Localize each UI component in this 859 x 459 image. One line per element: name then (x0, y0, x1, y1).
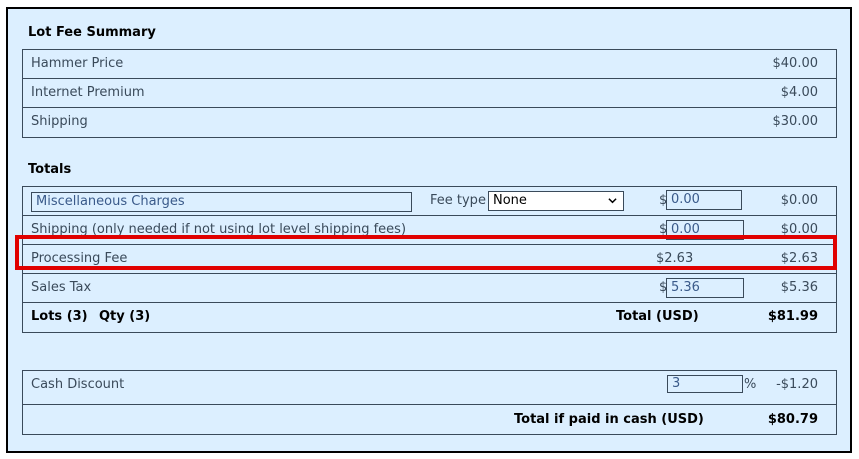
processing-fee-row: Processing Fee $2.63 $2.63 (23, 245, 836, 274)
totals-title: Totals (28, 162, 72, 177)
totals-summary-row: Lots (3) Qty (3) Total (USD) $81.99 (23, 303, 836, 332)
sales-tax-row: Sales Tax $ 5.36 $5.36 (23, 274, 836, 303)
row-amount: $5.36 (780, 280, 818, 295)
row-label: Shipping (only needed if not using lot l… (31, 222, 407, 237)
row-amount: $30.00 (772, 114, 819, 129)
cash-discount-input[interactable]: 3 (667, 375, 743, 393)
row-amount: $0.00 (780, 193, 818, 208)
row-amount: $4.00 (780, 85, 818, 100)
sales-tax-input[interactable]: 5.36 (666, 278, 744, 298)
cash-total-row: Total if paid in cash (USD) $80.79 (23, 405, 836, 434)
percent-symbol: % (744, 377, 757, 392)
misc-charges-row: Miscellaneous Charges Fee type None $ 0.… (23, 187, 836, 216)
row-amount: $40.00 (772, 56, 819, 71)
total-amount: $81.99 (767, 309, 818, 324)
shipping-row: Shipping (only needed if not using lot l… (23, 216, 836, 245)
fee-type-value: None (493, 193, 527, 208)
cash-total-amount: $80.79 (767, 412, 818, 427)
row-label: Processing Fee (31, 251, 128, 266)
total-label: Total (USD) (616, 309, 699, 324)
totals-table: Miscellaneous Charges Fee type None $ 0.… (22, 186, 837, 333)
lots-count: Lots (3) (31, 309, 88, 324)
misc-amount-input[interactable]: 0.00 (666, 190, 742, 210)
misc-charges-input[interactable]: Miscellaneous Charges (31, 192, 412, 212)
row-amount: $2.63 (780, 251, 818, 266)
row-label: Sales Tax (31, 280, 92, 295)
row-label: Cash Discount (31, 377, 125, 392)
qty-count: Qty (3) (99, 309, 151, 324)
processing-fee-value: $2.63 (656, 251, 694, 266)
row-amount: -$1.20 (776, 377, 818, 392)
lot-fee-summary-title: Lot Fee Summary (28, 25, 156, 40)
row-label: Hammer Price (31, 56, 124, 71)
cash-total-label: Total if paid in cash (USD) (514, 412, 704, 427)
fee-type-label: Fee type (430, 193, 486, 208)
chevron-down-icon (608, 198, 617, 204)
table-row: Internet Premium $4.00 (23, 79, 836, 108)
table-row: Hammer Price $40.00 (23, 50, 836, 79)
lot-fee-panel: Lot Fee Summary Hammer Price $40.00 Inte… (6, 7, 852, 453)
row-label: Internet Premium (31, 85, 145, 100)
table-row: Shipping $30.00 (23, 108, 836, 137)
shipping-amount-input[interactable]: 0.00 (666, 220, 744, 240)
fee-type-select[interactable]: None (488, 191, 624, 211)
row-amount: $0.00 (780, 222, 818, 237)
lot-fee-table: Hammer Price $40.00 Internet Premium $4.… (22, 49, 837, 138)
cash-discount-row: Cash Discount 3 % -$1.20 (23, 371, 836, 405)
cash-discount-table: Cash Discount 3 % -$1.20 Total if paid i… (22, 370, 837, 435)
row-label: Shipping (31, 114, 88, 129)
